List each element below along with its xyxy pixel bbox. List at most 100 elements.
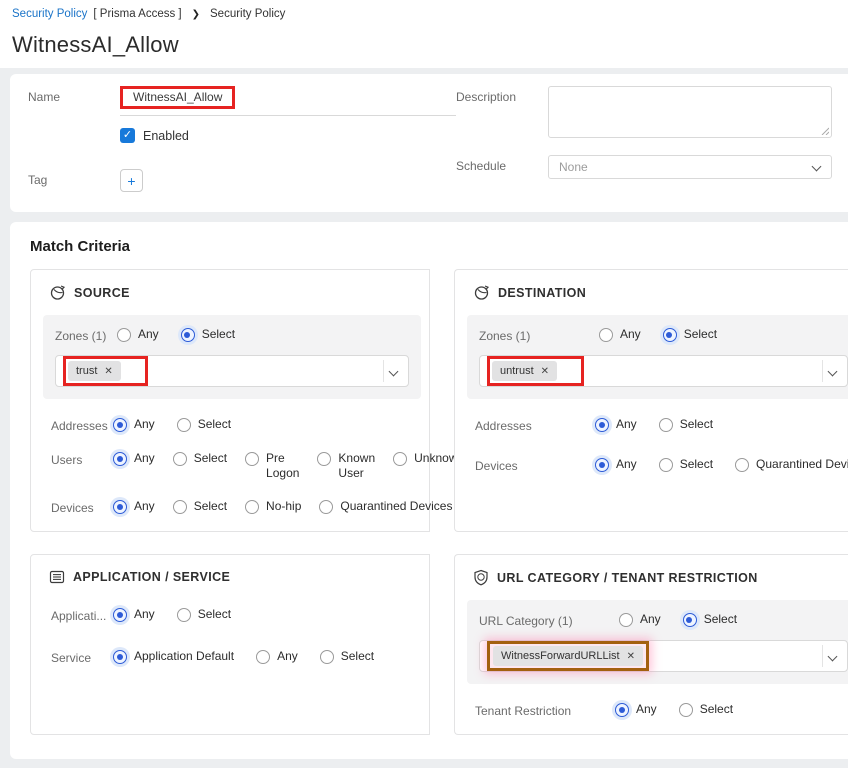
radio-selected-icon[interactable]: [113, 418, 127, 432]
select-divider: [822, 360, 824, 382]
destination-panel-title: DESTINATION: [498, 285, 587, 300]
globe-icon: [474, 285, 490, 300]
radio-selected-icon[interactable]: [615, 703, 629, 717]
radio-selected-icon[interactable]: [113, 500, 127, 514]
radio-option-any[interactable]: Any: [113, 499, 155, 514]
radio-option-select[interactable]: Select: [682, 612, 738, 627]
radio-selected-icon[interactable]: [113, 650, 127, 664]
url-category-chips: WitnessForwardURLList ✕: [487, 641, 649, 671]
radio-option-select[interactable]: Select: [658, 457, 713, 472]
radio-option-select[interactable]: Select: [172, 451, 227, 466]
radio-option-known-user[interactable]: Known User: [317, 451, 375, 481]
radio-label: Quarantined Devices: [340, 499, 453, 513]
schedule-select[interactable]: None: [548, 155, 832, 179]
source-devices-radiogroup: Any Select No-hip Quarantined Devices: [113, 499, 452, 514]
radio-icon[interactable]: [319, 650, 334, 664]
radio-icon[interactable]: [245, 500, 260, 514]
radio-icon[interactable]: [735, 458, 750, 472]
radio-option-select[interactable]: Select: [658, 417, 713, 432]
radio-icon[interactable]: [172, 500, 187, 514]
radio-option-pre-logon[interactable]: Pre Logon: [245, 451, 299, 481]
radio-option-any[interactable]: Any: [113, 417, 155, 432]
radio-icon[interactable]: [117, 328, 131, 342]
application-list-icon: [49, 570, 65, 584]
chip-remove-icon[interactable]: ✕: [627, 651, 635, 662]
radio-icon[interactable]: [658, 458, 673, 472]
general-left-column: Name WitnessAI_Allow ✓ Enabled Tag +: [28, 86, 456, 192]
name-input[interactable]: WitnessAI_Allow: [120, 86, 456, 116]
radio-icon[interactable]: [678, 703, 693, 717]
destination-zones-block: Zones (1) Any Select untrust ✕: [467, 315, 848, 399]
radio-option-select[interactable]: Select: [319, 649, 374, 664]
page-content: Name WitnessAI_Allow ✓ Enabled Tag + Des…: [0, 68, 848, 768]
name-value-annotated: WitnessAI_Allow: [120, 86, 236, 109]
radio-icon[interactable]: [599, 328, 613, 342]
radio-icon[interactable]: [393, 452, 408, 466]
radio-option-any[interactable]: Any: [256, 649, 298, 664]
selected-value-chip: untrust ✕: [492, 361, 558, 381]
url-category-select[interactable]: WitnessForwardURLList ✕: [479, 640, 848, 672]
radio-option-any[interactable]: Any: [113, 451, 155, 466]
radio-option-any[interactable]: Any: [599, 327, 641, 342]
radio-icon[interactable]: [172, 452, 187, 466]
radio-selected-icon[interactable]: [180, 328, 195, 342]
page-header: Security Policy [ Prisma Access ] ❯ Secu…: [0, 0, 848, 68]
name-label: Name: [28, 90, 61, 104]
radio-label: Any: [616, 417, 637, 431]
radio-option-any[interactable]: Any: [117, 327, 159, 342]
destination-addresses-row: Addresses Any Select: [467, 417, 848, 433]
chip-remove-icon[interactable]: ✕: [541, 366, 549, 377]
radio-label: Any: [134, 499, 155, 513]
radio-selected-icon[interactable]: [595, 458, 609, 472]
add-tag-button[interactable]: +: [120, 169, 143, 192]
radio-option-select[interactable]: Select: [662, 327, 717, 342]
radio-icon[interactable]: [317, 452, 332, 466]
description-textarea[interactable]: [548, 86, 832, 138]
radio-selected-icon[interactable]: [662, 328, 677, 342]
source-panel: SOURCE Zones (1) Any Select trust ✕ Addr…: [30, 269, 464, 532]
radio-selected-icon[interactable]: [113, 452, 127, 466]
radio-icon[interactable]: [245, 452, 260, 466]
radio-option-application-default[interactable]: Application Default: [113, 649, 234, 664]
radio-option-select[interactable]: Select: [678, 702, 733, 717]
radio-option-select[interactable]: Select: [176, 607, 232, 622]
radio-option-select[interactable]: Select: [172, 499, 227, 514]
radio-option-any[interactable]: Any: [615, 702, 657, 717]
radio-option-any[interactable]: Any: [595, 417, 637, 432]
resize-grip-icon[interactable]: [820, 126, 829, 135]
source-zones-row: Zones (1) Any Select: [55, 327, 409, 343]
chevron-down-icon: [827, 651, 838, 662]
radio-selected-icon[interactable]: [682, 613, 697, 627]
radio-label: No-hip: [266, 499, 302, 513]
radio-option-quarantined-devices[interactable]: Quarantined Devices: [735, 457, 848, 472]
url-category-block: URL Category (1) Any Select WitnessForwar…: [467, 600, 848, 684]
radio-selected-icon[interactable]: [113, 608, 127, 622]
chip-remove-icon[interactable]: ✕: [104, 366, 112, 377]
radio-label: Select: [197, 607, 232, 621]
enabled-row: ✓ Enabled: [120, 128, 456, 143]
radio-option-no-hip[interactable]: No-hip: [245, 499, 301, 514]
source-zones-select[interactable]: trust ✕: [55, 355, 409, 387]
radio-icon[interactable]: [658, 418, 673, 432]
radio-option-any[interactable]: Any: [113, 607, 155, 622]
radio-option-select[interactable]: Select: [176, 417, 231, 432]
radio-icon[interactable]: [176, 608, 191, 622]
breadcrumb-context: [ Prisma Access ]: [93, 8, 182, 20]
radio-icon[interactable]: [176, 418, 191, 432]
destination-zones-select[interactable]: untrust ✕: [479, 355, 848, 387]
shield-globe-icon: [474, 569, 488, 586]
radio-option-quarantined-devices[interactable]: Quarantined Devices: [319, 499, 452, 514]
radio-option-any[interactable]: Any: [595, 457, 637, 472]
breadcrumb-link-security-policy[interactable]: Security Policy: [12, 8, 87, 20]
radio-selected-icon[interactable]: [595, 418, 609, 432]
radio-label: Select: [703, 612, 738, 626]
radio-icon[interactable]: [256, 650, 271, 664]
radio-option-any[interactable]: Any: [619, 612, 661, 627]
radio-option-select[interactable]: Select: [180, 327, 235, 342]
source-zones-label: Zones (1): [55, 329, 107, 343]
enabled-checkbox[interactable]: ✓: [120, 128, 135, 143]
radio-icon[interactable]: [619, 613, 633, 627]
globe-icon: [50, 285, 66, 300]
tenant-restriction-label: Tenant Restriction: [475, 704, 572, 718]
radio-icon[interactable]: [319, 500, 334, 514]
